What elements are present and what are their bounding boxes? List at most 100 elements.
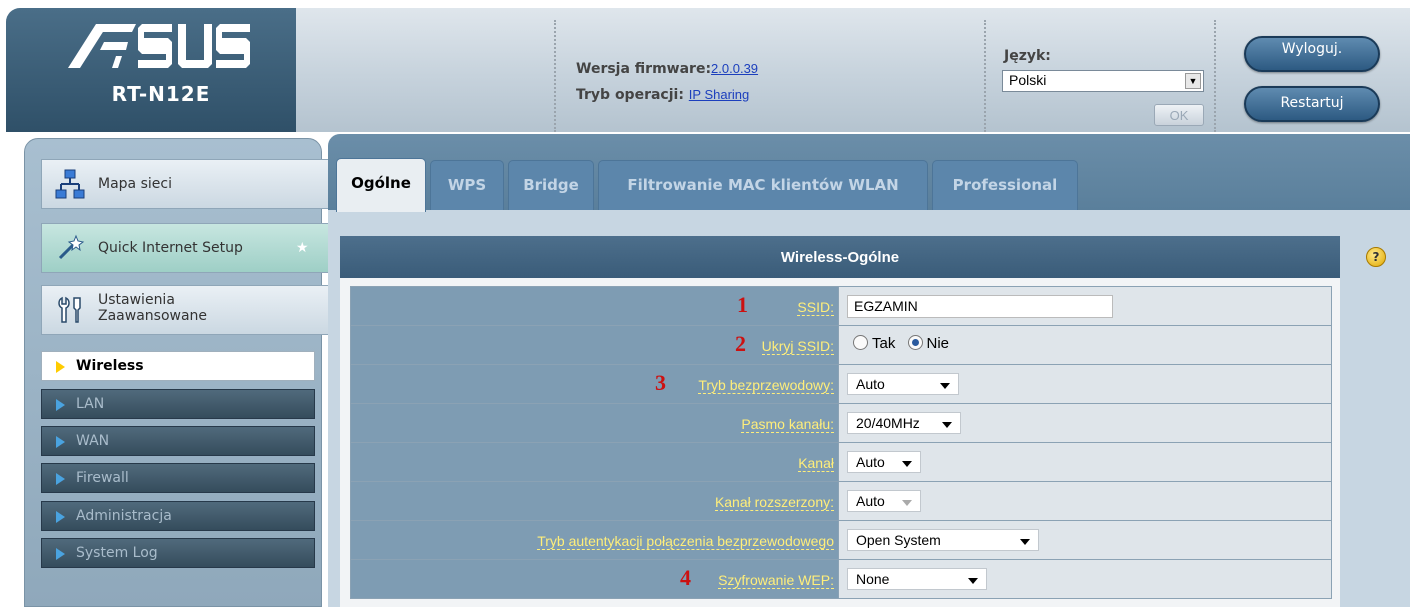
select-value: Auto <box>856 493 885 509</box>
select-value: Open System <box>856 532 941 548</box>
sub-label: LAN <box>76 396 105 412</box>
radio-yes[interactable] <box>853 335 868 350</box>
annotation-number: 2 <box>735 331 746 356</box>
sidebar-sub-firewall[interactable]: Firewall <box>41 463 315 493</box>
ssid-input[interactable]: EGZAMIN <box>847 295 1113 318</box>
play-icon <box>56 473 65 485</box>
dropdown-arrow-icon[interactable]: ▼ <box>1185 73 1201 89</box>
sidebar-item-label: Quick Internet Setup <box>98 240 243 256</box>
form-row-wep-encryption: 4 Szyfrowanie WEP: None <box>351 560 1331 599</box>
magic-wand-icon <box>58 234 85 260</box>
row-value-cell: 20/40MHz <box>839 404 1331 442</box>
radio-yes-label: Tak <box>872 335 896 352</box>
sub-label: Administracja <box>76 508 172 524</box>
row-label-cell: Pasmo kanału: <box>351 404 839 442</box>
sidebar-item-quick-setup[interactable]: Quick Internet Setup ★ <box>41 223 332 273</box>
row-value-cell: Auto <box>839 482 1331 520</box>
label-line: Ustawienia <box>98 292 175 308</box>
field-label[interactable]: Ukryj SSID: <box>761 338 834 355</box>
field-label[interactable]: Pasmo kanału: <box>741 416 834 433</box>
sidebar-sub-wan[interactable]: WAN <box>41 426 315 456</box>
sidebar-sub-wireless[interactable]: Wireless <box>41 351 315 381</box>
wep-encryption-select[interactable]: None <box>847 568 987 590</box>
tab-mac-filter[interactable]: Filtrowanie MAC klientów WLAN <box>598 160 928 210</box>
mode-link[interactable]: IP Sharing <box>689 87 749 102</box>
field-label[interactable]: Tryb autentykacji połączenia bezprzewodo… <box>537 533 834 550</box>
field-label[interactable]: Tryb bezprzewodowy: <box>698 377 834 394</box>
field-label[interactable]: SSID: <box>797 299 834 316</box>
form-row-channel-bandwidth: Pasmo kanału: 20/40MHz <box>351 404 1331 443</box>
separator <box>984 20 986 132</box>
extension-channel-select[interactable]: Auto <box>847 490 921 512</box>
field-label[interactable]: Szyfrowanie WEP: <box>718 572 834 589</box>
separator <box>554 20 556 132</box>
field-label[interactable]: Kanał <box>798 455 834 472</box>
channel-select[interactable]: Auto <box>847 451 921 473</box>
firmware-link[interactable]: 2.0.0.39 <box>711 61 758 76</box>
channel-bandwidth-select[interactable]: 20/40MHz <box>847 412 961 434</box>
select-value: None <box>856 571 890 587</box>
tab-professional[interactable]: Professional <box>932 160 1078 210</box>
sidebar-item-label: Mapa sieci <box>98 176 172 192</box>
sidebar-item-advanced[interactable]: Ustawienia Zaawansowane <box>41 285 332 335</box>
form-row-ssid: 1 SSID: EGZAMIN <box>351 287 1331 326</box>
annotation-number: 1 <box>737 292 748 317</box>
separator <box>1214 20 1216 132</box>
row-label-cell: 4 Szyfrowanie WEP: <box>351 560 839 598</box>
sidebar: Mapa sieci Quick Internet Setup ★ Ustawi… <box>24 138 332 607</box>
label-line: Zaawansowane <box>98 308 208 324</box>
firmware-label: Wersja firmware: <box>576 61 712 77</box>
row-value-cell: Auto <box>839 365 1331 403</box>
tab-general[interactable]: Ogólne <box>336 158 426 212</box>
radio-no[interactable] <box>907 335 923 350</box>
row-label-cell: Tryb autentykacji połączenia bezprzewodo… <box>351 521 839 559</box>
language-select[interactable]: Polski ▼ <box>1002 70 1204 92</box>
language-label: Język: <box>1004 48 1051 64</box>
play-icon <box>56 436 65 448</box>
annotation-number: 3 <box>655 370 666 395</box>
sub-label: Wireless <box>76 358 144 374</box>
row-value-cell: Auto <box>839 443 1331 481</box>
select-value: Auto <box>856 454 885 470</box>
sidebar-item-label: Ustawienia Zaawansowane <box>98 292 207 324</box>
row-label-cell: 1 SSID: <box>351 287 839 325</box>
firmware-info: Wersja firmware:2.0.0.39 Tryb operacji: … <box>576 56 758 108</box>
wireless-mode-select[interactable]: Auto <box>847 373 959 395</box>
sidebar-sub-lan[interactable]: LAN <box>41 389 315 419</box>
tab-bridge[interactable]: Bridge <box>508 160 594 210</box>
row-label-cell: 3 Tryb bezprzewodowy: <box>351 365 839 403</box>
form-row-wireless-mode: 3 Tryb bezprzewodowy: Auto <box>351 365 1331 404</box>
header-bar: RT-N12E Wersja firmware:2.0.0.39 Tryb op… <box>6 8 1410 132</box>
field-label[interactable]: Kanał rozszerzony: <box>714 494 834 511</box>
help-icon[interactable]: ? <box>1366 247 1386 267</box>
logo-block: RT-N12E <box>6 8 296 132</box>
form-row-channel: Kanał Auto <box>351 443 1331 482</box>
network-map-icon <box>55 169 85 199</box>
sidebar-item-network-map[interactable]: Mapa sieci <box>41 159 332 209</box>
row-label-cell: Kanał <box>351 443 839 481</box>
form-row-hide-ssid: 2 Ukryj SSID: Tak Nie <box>351 326 1331 365</box>
chevron-down-icon <box>940 383 950 389</box>
auth-method-select[interactable]: Open System <box>847 529 1039 551</box>
select-value: Auto <box>856 376 885 392</box>
settings-form: 1 SSID: EGZAMIN 2 Ukryj SSID: Tak Nie 3 <box>350 286 1332 599</box>
wireless-general-panel: Wireless-Ogólne 1 SSID: EGZAMIN 2 Ukryj … <box>340 236 1340 607</box>
radio-no-label: Nie <box>926 335 950 352</box>
panel-title: Wireless-Ogólne <box>340 236 1340 278</box>
row-value-cell: Open System <box>839 521 1331 559</box>
sub-label: Firewall <box>76 470 129 486</box>
router-model: RT-N12E <box>111 82 211 106</box>
language-ok-button[interactable]: OK <box>1154 104 1204 126</box>
restart-button[interactable]: Restartuj <box>1244 86 1380 122</box>
sidebar-sub-administration[interactable]: Administracja <box>41 501 315 531</box>
language-value: Polski <box>1009 72 1047 88</box>
tab-wps[interactable]: WPS <box>430 160 504 210</box>
chevron-down-icon <box>968 578 978 584</box>
chevron-down-icon <box>942 422 952 428</box>
chevron-down-icon <box>1020 539 1030 545</box>
chevron-down-icon <box>902 500 912 506</box>
row-label-cell: Kanał rozszerzony: <box>351 482 839 520</box>
sidebar-sub-system-log[interactable]: System Log <box>41 538 315 568</box>
chevron-down-icon <box>902 461 912 467</box>
logout-button[interactable]: Wyloguj. <box>1244 36 1380 72</box>
